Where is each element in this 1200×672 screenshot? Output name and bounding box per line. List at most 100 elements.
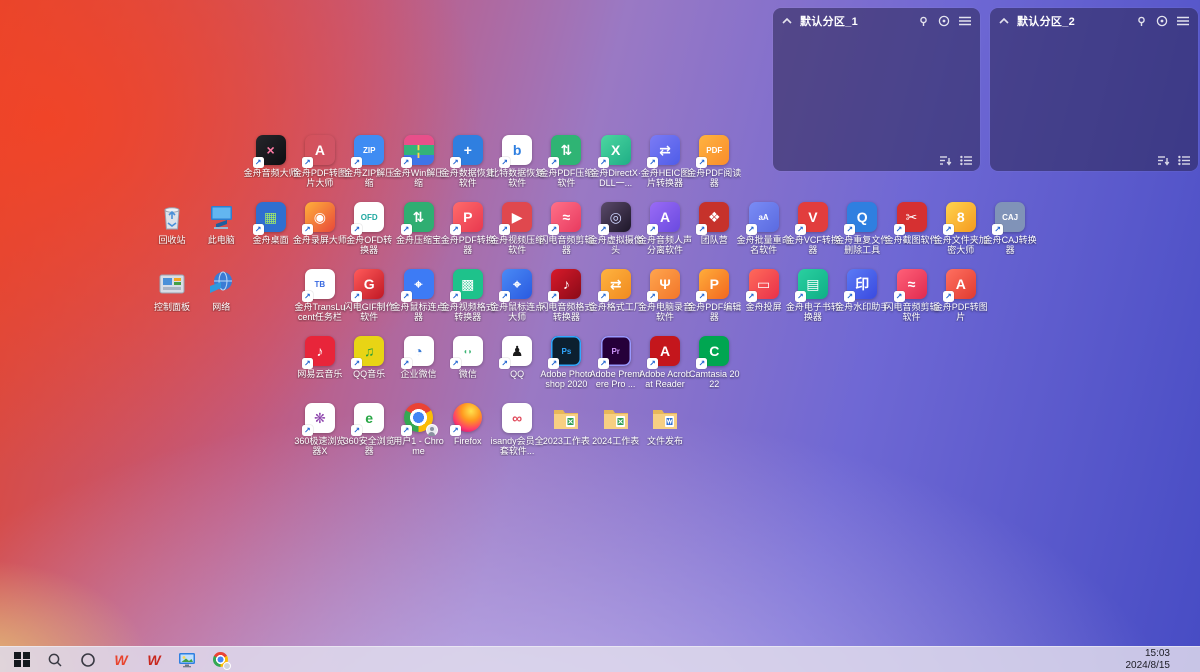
app-icon-image: PDF↗ xyxy=(699,135,729,165)
shortcut-arrow-badge: ↗ xyxy=(499,291,510,302)
app-icon-image: Ps↗ xyxy=(551,336,581,366)
shortcut-arrow-badge: ↗ xyxy=(450,291,461,302)
shortcut-arrow-badge: ↗ xyxy=(647,358,658,369)
shortcut-arrow-badge: ↗ xyxy=(647,291,658,302)
chevron-up-icon[interactable] xyxy=(782,17,792,25)
desktop-icon[interactable]: A↗金舟PDF转图片 xyxy=(931,269,991,322)
desktop-icon-label: 网络 xyxy=(194,302,248,312)
shortcut-arrow-badge: ↗ xyxy=(696,157,707,168)
desktop-icon[interactable]: PDF↗ 金舟PDF阅读器 xyxy=(684,135,744,188)
desktop-icon-label: 文件发布 xyxy=(638,436,692,446)
shortcut-arrow-badge: ↗ xyxy=(548,157,559,168)
app-icon-image: ×↗ xyxy=(256,135,286,165)
app-icon-image: ♪↗ xyxy=(305,336,335,366)
shortcut-arrow-badge: ↗ xyxy=(401,425,412,436)
app-icon-image: ⇄↗ xyxy=(650,135,680,165)
app-icon-image: ⇅↗ xyxy=(551,135,581,165)
app-icon-image: 8↗ xyxy=(946,202,976,232)
search-button[interactable] xyxy=(43,648,67,672)
app-icon-image: ♫↗ xyxy=(354,336,384,366)
shortcut-arrow-badge: ↗ xyxy=(548,224,559,235)
shortcut-arrow-badge: ↗ xyxy=(351,291,362,302)
shortcut-arrow-badge: ↗ xyxy=(450,425,461,436)
chrome-button[interactable] xyxy=(208,648,232,672)
profile-badge-icon xyxy=(426,424,438,436)
app-icon-image: ⌖↗ xyxy=(502,269,532,299)
fence-panel-2: 默认分区_2 xyxy=(990,8,1198,171)
app-icon-image: ≈↗ xyxy=(551,202,581,232)
app-icon-image: ❋↗ xyxy=(305,403,335,433)
folder-xls-icon xyxy=(551,403,581,433)
app-icon-image: ▩↗ xyxy=(453,269,483,299)
list-view-icon[interactable] xyxy=(1178,155,1190,166)
list-view-icon[interactable] xyxy=(960,155,972,166)
shortcut-arrow-badge: ↗ xyxy=(598,157,609,168)
shortcut-arrow-badge: ↗ xyxy=(499,358,510,369)
shortcut-arrow-badge: ↗ xyxy=(450,157,461,168)
shortcut-arrow-badge: ↗ xyxy=(253,157,264,168)
shortcut-arrow-badge: ↗ xyxy=(351,425,362,436)
app-icon-image: ▤↗ xyxy=(798,269,828,299)
desktop-icon-label: 金舟CAJ转换器 xyxy=(983,235,1037,255)
search-icon xyxy=(47,652,63,668)
app-icon-image: ⇅↗ xyxy=(404,202,434,232)
app-icon-image: ◖◗↗ xyxy=(453,336,483,366)
wps-button-1[interactable]: W xyxy=(109,648,133,672)
desktop-icon[interactable]: C↗Camtasia 2022 xyxy=(684,336,744,389)
app-icon-image: e↗ xyxy=(354,403,384,433)
clock-date: 2024/8/15 xyxy=(1126,660,1171,672)
app-icon-image: b↗ xyxy=(502,135,532,165)
desktop-icon[interactable]: 网络 xyxy=(191,269,251,312)
wps-button-2[interactable]: W xyxy=(142,648,166,672)
app-icon-image: ◎↗ xyxy=(601,202,631,232)
app-icon-image: ⌖↗ xyxy=(404,269,434,299)
app-icon-image: A↗ xyxy=(650,202,680,232)
taskbar-clock[interactable]: 15:03 2024/8/15 xyxy=(1126,648,1171,672)
folder-xls-icon xyxy=(601,403,631,433)
app-icon-image: +↗ xyxy=(453,135,483,165)
desktop-wallpaper: 默认分区_1 默认分区_2 xyxy=(0,0,1200,672)
cortana-button[interactable] xyxy=(76,648,100,672)
shortcut-arrow-badge: ↗ xyxy=(401,358,412,369)
folder-doc-icon xyxy=(650,403,680,433)
menu-icon[interactable] xyxy=(959,16,971,26)
app-icon-image: ♟↗ xyxy=(502,336,532,366)
desktop-icon-label: 金舟PDF阅读器 xyxy=(687,168,741,188)
shortcut-arrow-badge: ↗ xyxy=(401,224,412,235)
app-icon-image: P↗ xyxy=(453,202,483,232)
fence-panel-1: 默认分区_1 xyxy=(773,8,980,171)
start-button[interactable] xyxy=(10,648,34,672)
sort-icon[interactable] xyxy=(940,155,952,166)
desktop-icon[interactable]: 文件发布 xyxy=(635,403,695,446)
shortcut-arrow-badge: ↗ xyxy=(844,291,855,302)
shortcut-arrow-badge: ↗ xyxy=(598,358,609,369)
app-icon-image: A↗ xyxy=(305,135,335,165)
sort-icon[interactable] xyxy=(1158,155,1170,166)
fence-title[interactable]: 默认分区_1 xyxy=(800,13,918,29)
desktop-icon[interactable]: CAJ↗ 金舟CAJ转换器 xyxy=(980,202,1040,255)
wps-icon: W xyxy=(114,653,127,667)
app-icon-image: CAJ↗ xyxy=(995,202,1025,232)
app-icon-image: ◔↗ xyxy=(404,336,434,366)
shortcut-arrow-badge: ↗ xyxy=(696,358,707,369)
display-app-button[interactable] xyxy=(175,648,199,672)
shortcut-arrow-badge: ↗ xyxy=(795,291,806,302)
app-icon-image: TB↗ xyxy=(305,269,335,299)
wps-icon: W xyxy=(147,653,160,667)
app-icon-image: ⇄↗ xyxy=(601,269,631,299)
pin-icon[interactable] xyxy=(1136,16,1147,27)
shortcut-arrow-badge: ↗ xyxy=(696,224,707,235)
shortcut-arrow-badge: ↗ xyxy=(894,224,905,235)
chevron-up-icon[interactable] xyxy=(999,17,1009,25)
app-icon-image: OFD↗ xyxy=(354,202,384,232)
target-icon[interactable] xyxy=(938,15,950,27)
fence-title[interactable]: 默认分区_2 xyxy=(1017,13,1136,29)
pin-icon[interactable] xyxy=(918,16,929,27)
shortcut-arrow-badge: ↗ xyxy=(351,358,362,369)
app-icon-image: ♪↗ xyxy=(551,269,581,299)
target-icon[interactable] xyxy=(1156,15,1168,27)
menu-icon[interactable] xyxy=(1177,16,1189,26)
desktop-icon-label: 金舟PDF转图片 xyxy=(934,302,988,322)
shortcut-arrow-badge: ↗ xyxy=(351,224,362,235)
fence-header: 默认分区_1 xyxy=(773,8,980,34)
